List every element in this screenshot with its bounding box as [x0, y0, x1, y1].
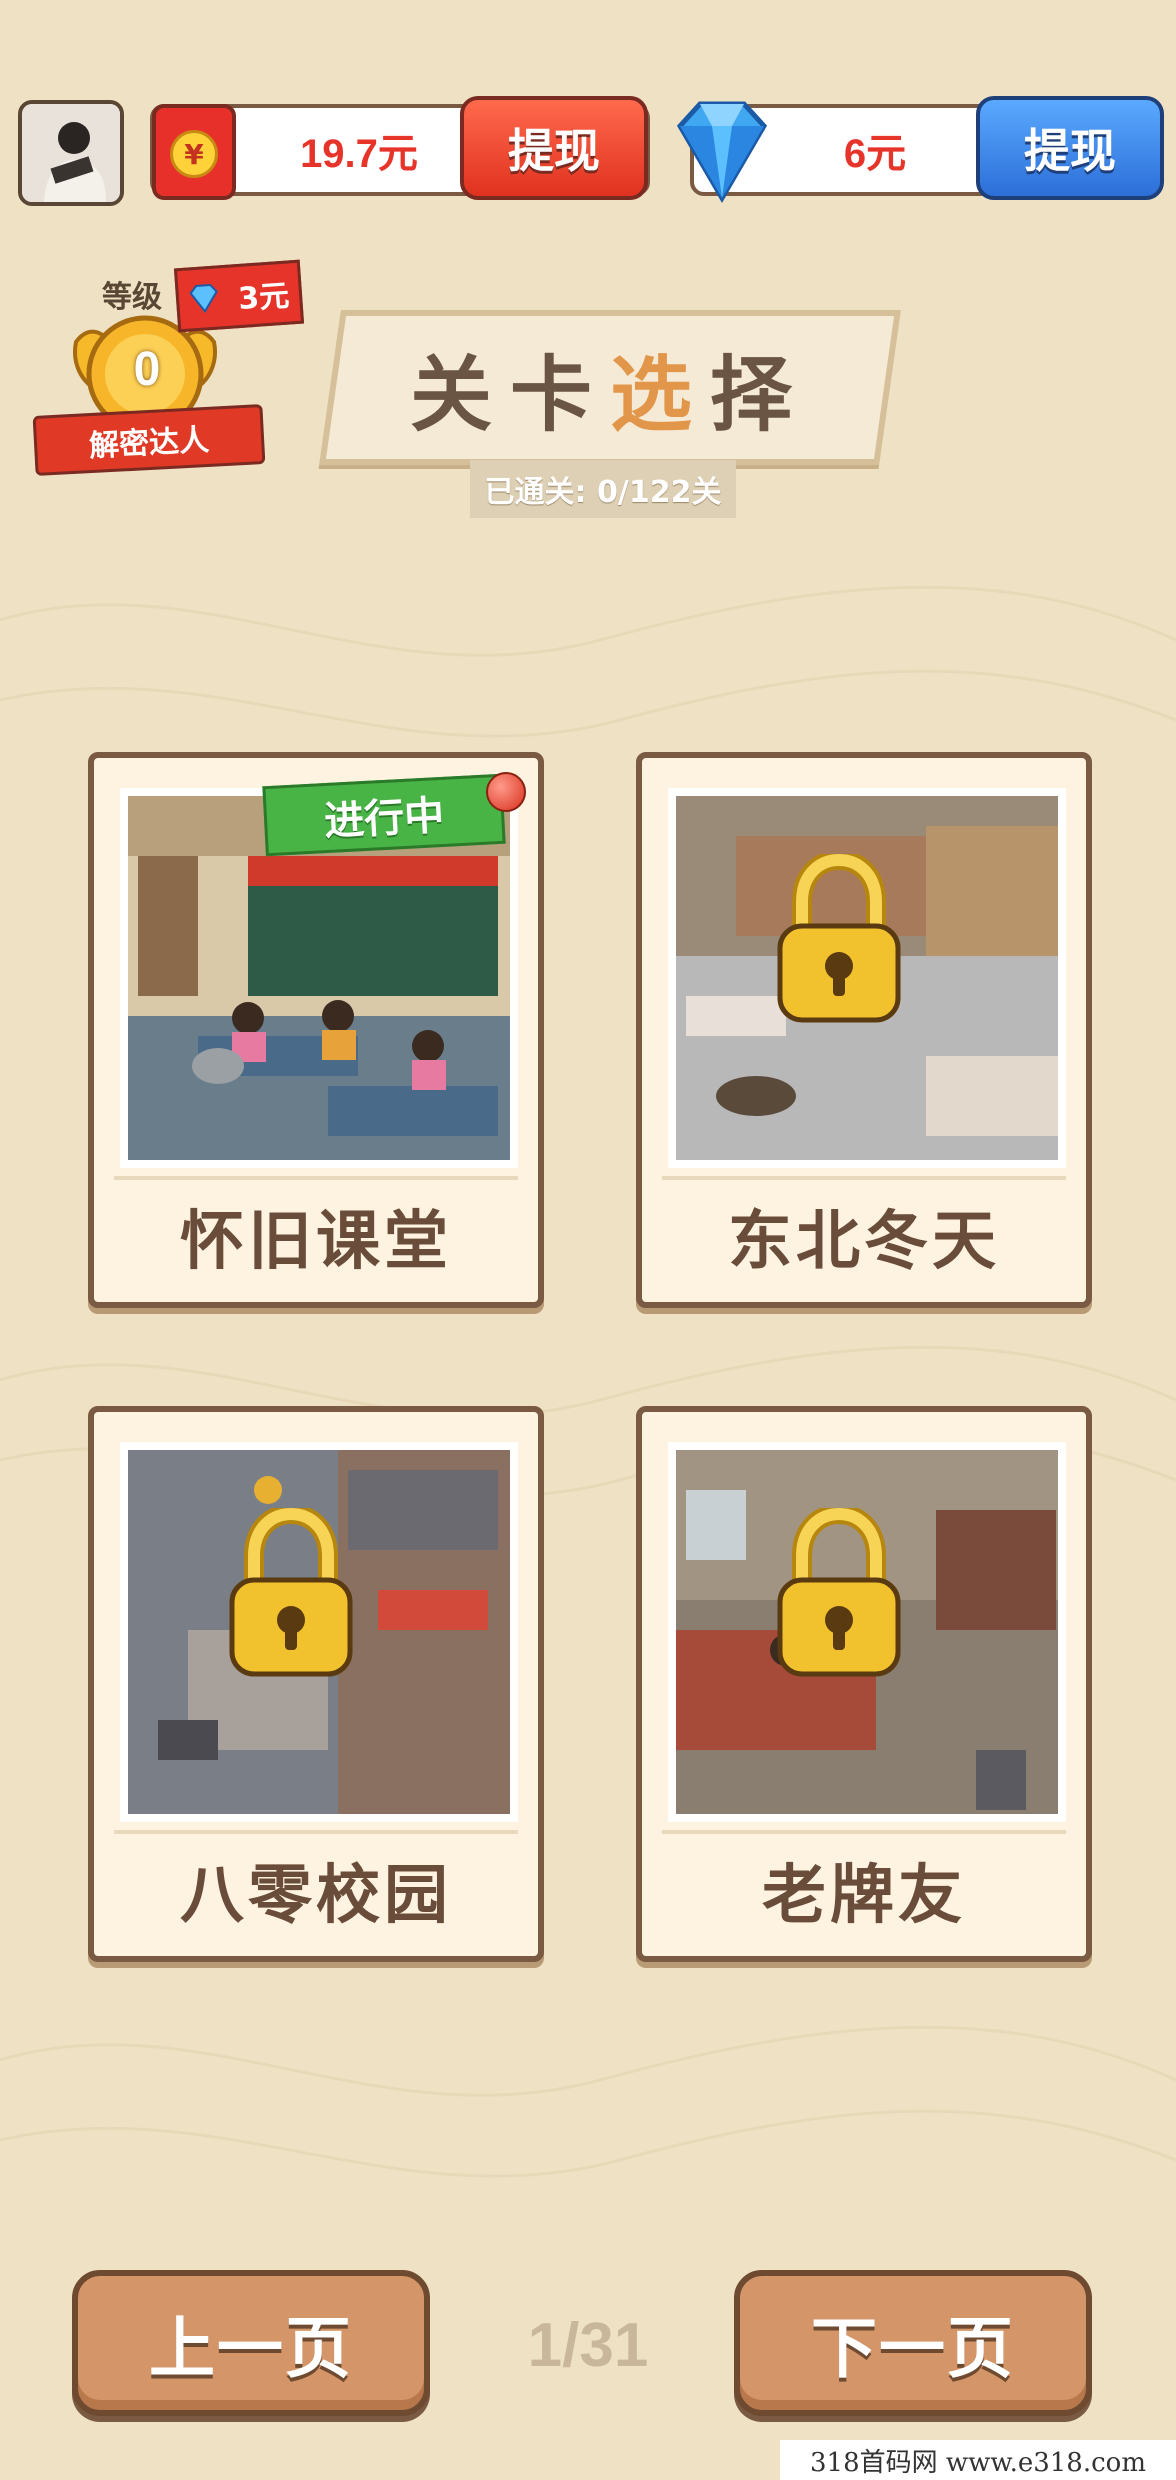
card-divider — [114, 1830, 518, 1834]
level-reward-badge: 3元 — [173, 259, 305, 333]
level-card-1[interactable]: 进行中 怀旧课堂 — [88, 752, 544, 1308]
lock-icon — [777, 854, 901, 1023]
red-envelope-icon: ¥ — [152, 104, 236, 200]
avatar-image — [22, 104, 120, 202]
level-name: 老牌友 — [762, 1859, 966, 1933]
card-divider — [662, 1176, 1066, 1180]
level-card-3[interactable]: 八零校园 — [88, 1406, 544, 1962]
in-progress-ribbon: 进行中 — [262, 773, 506, 857]
page-title: 关卡选择 — [330, 310, 890, 465]
level-name: 东北冬天 — [728, 1205, 1000, 1279]
lock-icon — [229, 1508, 353, 1677]
title-part-2: 择 — [710, 348, 811, 443]
page-indicator: 1/31 — [527, 2310, 649, 2380]
watermark: 318首码网 www.e318.com — [780, 2440, 1176, 2480]
diamond-withdraw-button[interactable]: 提现 — [976, 96, 1164, 200]
level-card-4[interactable]: 老牌友 — [636, 1406, 1092, 1962]
level-badge[interactable]: 等级 0 3元 解密达人 — [30, 259, 310, 492]
title-part-1: 关卡 — [409, 348, 610, 443]
user-avatar[interactable] — [18, 100, 124, 206]
cash-withdraw-button[interactable]: 提现 — [460, 96, 648, 200]
diamond-icon — [676, 101, 768, 203]
diamond-icon — [189, 283, 218, 314]
diamond-balance-value: 6元 — [843, 132, 907, 176]
cleared-progress: 已通关: 0/122关 — [470, 460, 736, 518]
level-card-2[interactable]: 东北冬天 — [636, 752, 1092, 1308]
cash-balance-value: 19.7元 — [300, 132, 418, 176]
level-number: 0 — [133, 342, 161, 396]
next-page-button[interactable]: 下一页 — [734, 2270, 1092, 2416]
level-name: 八零校园 — [180, 1859, 452, 1933]
yuan-coin-icon: ¥ — [170, 130, 218, 178]
level-reward-value: 3元 — [237, 278, 291, 318]
level-name: 怀旧课堂 — [180, 1205, 452, 1279]
prev-page-button[interactable]: 上一页 — [72, 2270, 430, 2416]
title-accent: 选 — [609, 348, 710, 443]
card-divider — [662, 1830, 1066, 1834]
lock-icon — [777, 1508, 901, 1677]
notification-dot — [486, 772, 526, 812]
card-divider — [114, 1176, 518, 1180]
level-title: 解密达人 — [32, 404, 266, 476]
